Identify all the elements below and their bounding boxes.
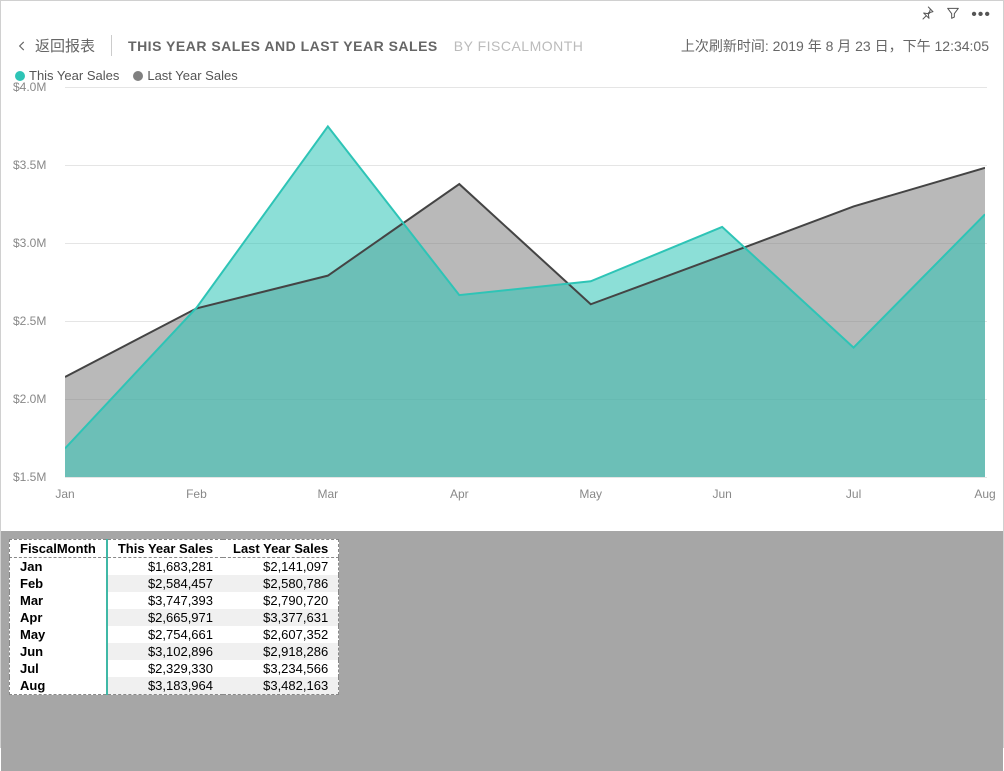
- cell-this-year: $1,683,281: [107, 558, 223, 576]
- x-axis-label: Feb: [186, 487, 207, 501]
- table-row[interactable]: Jun$3,102,896$2,918,286: [10, 643, 339, 660]
- y-axis-label: $3.5M: [13, 158, 46, 172]
- cell-month: Mar: [10, 592, 107, 609]
- cell-this-year: $3,102,896: [107, 643, 223, 660]
- y-axis-label: $2.5M: [13, 314, 46, 328]
- cell-last-year: $2,790,720: [223, 592, 339, 609]
- cell-last-year: $3,377,631: [223, 609, 339, 626]
- area-chart[interactable]: $1.5M$2.0M$2.5M$3.0M$3.5M$4.0M JanFebMar…: [13, 87, 995, 517]
- legend-dot-this-year: [15, 71, 25, 81]
- table-row[interactable]: Mar$3,747,393$2,790,720: [10, 592, 339, 609]
- cell-last-year: $3,482,163: [223, 677, 339, 695]
- y-axis-label: $2.0M: [13, 392, 46, 406]
- filter-icon[interactable]: [945, 5, 961, 26]
- page-title: THIS YEAR SALES AND LAST YEAR SALES: [128, 38, 438, 54]
- cell-last-year: $2,918,286: [223, 643, 339, 660]
- more-icon[interactable]: •••: [971, 7, 991, 23]
- x-axis-label: May: [579, 487, 602, 501]
- table-row[interactable]: May$2,754,661$2,607,352: [10, 626, 339, 643]
- table-row[interactable]: Feb$2,584,457$2,580,786: [10, 575, 339, 592]
- cell-month: Aug: [10, 677, 107, 695]
- page-subtitle: BY FISCALMONTH: [454, 38, 584, 54]
- cell-month: Jan: [10, 558, 107, 576]
- table-row[interactable]: Jan$1,683,281$2,141,097: [10, 558, 339, 576]
- legend-dot-last-year: [133, 71, 143, 81]
- y-axis-label: $1.5M: [13, 470, 46, 484]
- x-axis-label: Mar: [318, 487, 339, 501]
- cell-month: May: [10, 626, 107, 643]
- table-row[interactable]: Jul$2,329,330$3,234,566: [10, 660, 339, 677]
- x-axis-label: Aug: [974, 487, 995, 501]
- chevron-left-icon: [15, 39, 29, 53]
- x-axis-label: Jul: [846, 487, 861, 501]
- chart-plot: [65, 87, 985, 479]
- cell-this-year: $3,183,964: [107, 677, 223, 695]
- cell-this-year: $3,747,393: [107, 592, 223, 609]
- cell-this-year: $2,754,661: [107, 626, 223, 643]
- cell-last-year: $3,234,566: [223, 660, 339, 677]
- table-row[interactable]: Aug$3,183,964$3,482,163: [10, 677, 339, 695]
- x-axis-label: Jun: [712, 487, 731, 501]
- cell-last-year: $2,580,786: [223, 575, 339, 592]
- legend: This Year Sales Last Year Sales: [1, 66, 1003, 87]
- x-axis-label: Apr: [450, 487, 469, 501]
- back-label: 返回报表: [35, 35, 95, 56]
- cell-month: Jun: [10, 643, 107, 660]
- data-table[interactable]: FiscalMonth This Year Sales Last Year Sa…: [9, 539, 339, 695]
- col-header-month[interactable]: FiscalMonth: [10, 540, 107, 558]
- cell-month: Apr: [10, 609, 107, 626]
- table-row[interactable]: Apr$2,665,971$3,377,631: [10, 609, 339, 626]
- legend-item-last-year[interactable]: Last Year Sales: [133, 68, 237, 83]
- x-axis-label: Jan: [55, 487, 74, 501]
- col-header-this-year[interactable]: This Year Sales: [107, 540, 223, 558]
- back-button[interactable]: 返回报表: [15, 35, 112, 56]
- y-axis-label: $3.0M: [13, 236, 46, 250]
- cell-last-year: $2,141,097: [223, 558, 339, 576]
- last-refresh-time: 上次刷新时间: 2019 年 8 月 23 日，下午 12:34:05: [681, 36, 989, 56]
- col-header-last-year[interactable]: Last Year Sales: [223, 540, 339, 558]
- cell-month: Jul: [10, 660, 107, 677]
- data-panel: FiscalMonth This Year Sales Last Year Sa…: [1, 531, 1003, 771]
- cell-month: Feb: [10, 575, 107, 592]
- cell-last-year: $2,607,352: [223, 626, 339, 643]
- header: 返回报表 THIS YEAR SALES AND LAST YEAR SALES…: [1, 29, 1003, 66]
- legend-label-last-year: Last Year Sales: [147, 68, 237, 83]
- cell-this-year: $2,584,457: [107, 575, 223, 592]
- toolbar: •••: [1, 1, 1003, 29]
- pin-icon[interactable]: [919, 5, 935, 26]
- cell-this-year: $2,665,971: [107, 609, 223, 626]
- y-axis-label: $4.0M: [13, 80, 46, 94]
- cell-this-year: $2,329,330: [107, 660, 223, 677]
